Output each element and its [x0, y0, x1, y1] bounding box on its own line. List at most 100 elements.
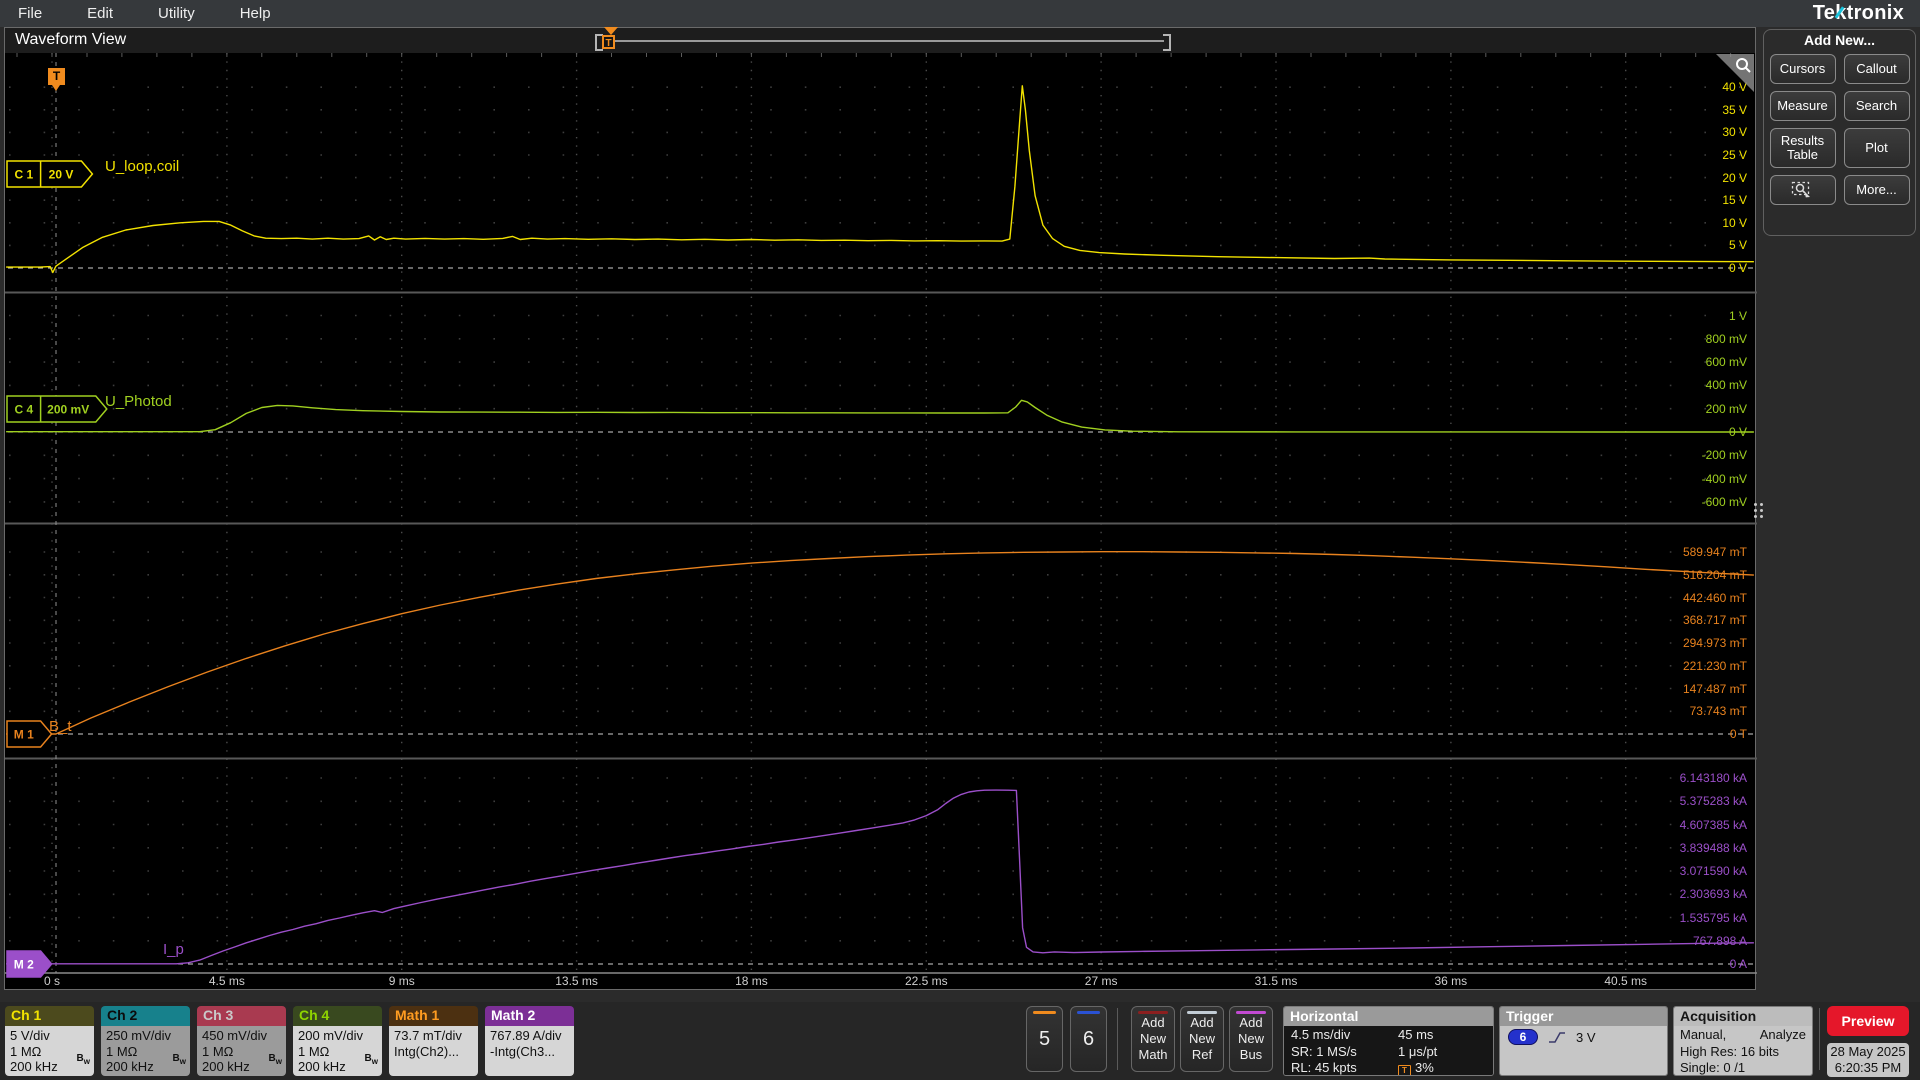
waveform-panel: Waveform View T C 1 20 VC 4 200 mV M 1M 2 4…	[4, 27, 1757, 991]
badge-5-button[interactable]: 5	[1026, 1006, 1063, 1072]
color-stripe	[1236, 1011, 1266, 1014]
menu-edit[interactable]: Edit	[87, 5, 113, 22]
channel-badge-ch4[interactable]: C 4 200 mV	[6, 395, 108, 423]
channel-info-line: 73.7 mT/div	[394, 1028, 462, 1043]
trigger-settings-panel[interactable]: Trigger 6 3 V	[1499, 1006, 1668, 1076]
add-new-title: Add New...	[1803, 32, 1876, 48]
color-stripe	[1138, 1011, 1168, 1014]
channel-info-ch2: 250 mV/div 1 MΩ 200 kHz Bw	[101, 1026, 190, 1076]
sidebar-button-zoom-select[interactable]	[1769, 175, 1836, 205]
channel-info-ch4: 200 mV/div 1 MΩ 200 kHz Bw	[293, 1026, 382, 1076]
date-text: 28 May 2025	[1830, 1044, 1906, 1059]
time-text: 6:20:35 PM	[1834, 1060, 1902, 1075]
channel-badge-math1[interactable]: M 1	[6, 720, 53, 748]
rising-edge-icon	[1549, 1032, 1565, 1043]
channel-info-line: 250 mV/div	[106, 1028, 172, 1043]
preview-button[interactable]: Preview	[1827, 1006, 1909, 1036]
add-new-bus-button[interactable]: Add New Bus	[1229, 1006, 1273, 1072]
channel-info-line: 200 mV/div	[298, 1028, 364, 1043]
channel-title-ch2: Ch 2	[101, 1006, 190, 1026]
sidebar-button-search[interactable]: Search	[1843, 91, 1910, 121]
button-label: 5	[1038, 1027, 1051, 1050]
channel-badges: Ch 15 V/div 1 MΩ 200 kHz Bw Ch 2 250 mV/div 1 …	[5, 1006, 574, 1076]
channel-info-line: Intg(Ch2)...	[394, 1043, 460, 1059]
bandwidth-icon: Bw	[172, 1052, 186, 1066]
svg-text:M 1: M 1	[14, 728, 34, 742]
button-label: Add New Math	[1138, 1014, 1168, 1063]
sidebar-button-more[interactable]: More...	[1843, 175, 1910, 205]
acquisition-value: Analyze	[1759, 1027, 1806, 1042]
sidebar-button-results-table[interactable]: Results Table	[1769, 128, 1836, 168]
channel-settings-ch3[interactable]: Ch 3 450 mV/div 1 MΩ 200 kHz Bw	[197, 1006, 286, 1076]
preview-column: Preview 28 May 2025 6:20:35 PM	[1827, 1006, 1909, 1077]
trace-ch4	[6, 399, 1754, 433]
horizontal-value: T 3%	[1398, 1060, 1486, 1075]
channel-title-math2: Math 2	[485, 1006, 574, 1026]
horizontal-value: RL: 45 kpts	[1291, 1060, 1357, 1075]
color-stripe	[1033, 1011, 1056, 1014]
horizontal-value: SR: 1 MS/s	[1291, 1043, 1357, 1059]
bandwidth-icon: Bw	[76, 1052, 90, 1066]
channel-title-ch3: Ch 3	[197, 1006, 286, 1026]
trace-ch1	[6, 85, 1754, 274]
add-new-ref-button[interactable]: Add New Ref	[1180, 1006, 1224, 1072]
menu-bar: File Edit Utility Help Tektronix	[0, 0, 1920, 27]
sidebar-button-callout[interactable]: Callout	[1843, 54, 1910, 84]
acquisition-row: High Res: 16 bits	[1674, 1044, 1812, 1061]
divider	[1819, 1008, 1820, 1070]
horizontal-value: 45 ms	[1398, 1027, 1434, 1042]
sidebar-button-cursors[interactable]: Cursors	[1769, 54, 1836, 84]
trigger-mini-icon: T	[1398, 1065, 1411, 1075]
channel-info-line: 450 mV/div	[202, 1028, 268, 1043]
trigger-level: 3 V	[1576, 1029, 1596, 1045]
oscilloscope-screen: File Edit Utility Help Tektronix Waveform V…	[0, 0, 1920, 1080]
channel-settings-ch2[interactable]: Ch 2 250 mV/div 1 MΩ 200 kHz Bw	[101, 1006, 190, 1076]
panel-resize-grip[interactable]	[1754, 496, 1763, 524]
svg-text:M 2: M 2	[14, 958, 34, 972]
trigger-source-badge: 6	[1508, 1029, 1538, 1045]
menu-help[interactable]: Help	[240, 5, 271, 22]
add-new-math-button[interactable]: Add New Math	[1131, 1006, 1175, 1072]
acquisition-settings-panel[interactable]: Acquisition Manual, Analyze High Res: 16 b…	[1673, 1006, 1813, 1076]
horizontal-settings-panel[interactable]: Horizontal 4.5 ms/div 45 ms SR: 1 MS/s 1 μs…	[1283, 1006, 1494, 1076]
channel-info-line: 5 V/div	[10, 1028, 50, 1043]
svg-text:20 V: 20 V	[49, 168, 74, 182]
acquisition-value: High Res: 16 bits	[1680, 1043, 1779, 1059]
button-label: Add New Bus	[1237, 1014, 1264, 1063]
trace-math2	[6, 789, 1754, 965]
horizontal-row: SR: 1 MS/s 1 μs/pt	[1284, 1044, 1493, 1061]
add-new-buttons: Add New Math Add New Ref Add New Bus	[1131, 1006, 1273, 1072]
channel-info-ch1: 5 V/div 1 MΩ 200 kHz Bw	[5, 1026, 94, 1076]
color-stripe	[1187, 1011, 1217, 1014]
settings-bar: Ch 15 V/div 1 MΩ 200 kHz Bw Ch 2 250 mV/div 1 …	[0, 1002, 1920, 1080]
acquisition-row: Single: 0 /1	[1674, 1060, 1812, 1075]
channel-settings-ch4[interactable]: Ch 4 200 mV/div 1 MΩ 200 kHz Bw	[293, 1006, 382, 1076]
channel-settings-math2[interactable]: Math 2 767.89 A/div -Intg(Ch3...	[485, 1006, 574, 1076]
waveform-plot[interactable]: C 1 20 V C 4 200 mV M 1 M 2	[5, 28, 1757, 991]
logo-text: tronix	[1846, 2, 1904, 24]
trigger-title: Trigger	[1500, 1007, 1667, 1026]
add-new-sidebar: Add New... Cursors Callout Measure Search Re…	[1763, 29, 1916, 236]
horizontal-row: 4.5 ms/div 45 ms	[1284, 1027, 1493, 1044]
menu-file[interactable]: File	[18, 5, 42, 22]
sidebar-button-measure[interactable]: Measure	[1769, 91, 1836, 121]
channel-settings-ch1[interactable]: Ch 15 V/div 1 MΩ 200 kHz Bw	[5, 1006, 94, 1076]
sidebar-button-plot[interactable]: Plot	[1843, 128, 1910, 168]
color-stripe	[1077, 1011, 1100, 1014]
badge-6-button[interactable]: 6	[1070, 1006, 1107, 1072]
menu-utility[interactable]: Utility	[158, 5, 195, 22]
channel-badge-ch1[interactable]: C 1 20 V	[6, 160, 94, 188]
datetime-display: 28 May 2025 6:20:35 PM	[1827, 1043, 1909, 1077]
channel-info-line: 767.89 A/div	[490, 1028, 562, 1043]
zoom-select-icon	[1791, 181, 1810, 197]
channel-title-ch1: Ch 1	[5, 1006, 94, 1026]
horizontal-title: Horizontal	[1284, 1007, 1493, 1026]
trigger-flag-icon[interactable]: T	[48, 68, 65, 91]
acquisition-value: Manual,	[1680, 1027, 1727, 1042]
magnifier-icon	[1736, 58, 1751, 73]
channel-settings-math1[interactable]: Math 1 73.7 mT/div Intg(Ch2)...	[389, 1006, 478, 1076]
svg-text:200 mV: 200 mV	[47, 403, 89, 417]
channel-info-ch3: 450 mV/div 1 MΩ 200 kHz Bw	[197, 1026, 286, 1076]
horizontal-row: RL: 45 kpts T 3%	[1284, 1060, 1493, 1075]
sidebar-buttons: Cursors Callout Measure Search Results Table…	[1764, 54, 1915, 205]
